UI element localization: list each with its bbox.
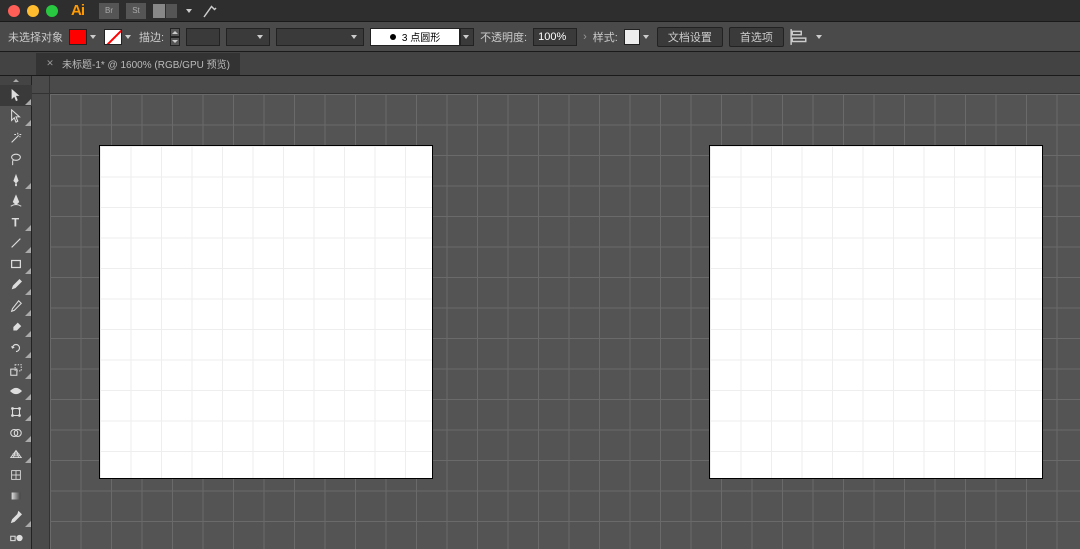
vertical-ruler[interactable] xyxy=(32,94,50,549)
opacity-input[interactable]: 100% xyxy=(533,28,577,46)
svg-text:T: T xyxy=(12,215,20,229)
chevron-down-icon xyxy=(255,29,265,45)
horizontal-ruler[interactable] xyxy=(50,76,1080,94)
stroke-swatch-group[interactable] xyxy=(104,29,133,45)
artboard-2[interactable] xyxy=(710,146,1042,478)
stroke-dropdown-icon[interactable] xyxy=(123,29,133,45)
stroke-color-swatch[interactable] xyxy=(104,29,122,45)
perspective-grid-tool[interactable] xyxy=(0,443,32,464)
tab-close-icon[interactable]: ✕ xyxy=(46,60,54,68)
ruler-origin-corner[interactable] xyxy=(32,76,50,94)
chevron-down-icon xyxy=(641,29,651,45)
free-transform-tool[interactable] xyxy=(0,401,32,422)
align-flyout-icon[interactable] xyxy=(790,28,808,46)
canvas-inner[interactable] xyxy=(50,94,1080,549)
stroke-weight-stepper[interactable] xyxy=(170,28,180,46)
pencil-tool[interactable] xyxy=(0,296,32,317)
brush-profile-caret[interactable] xyxy=(460,28,474,46)
direct-selection-tool[interactable] xyxy=(0,106,32,127)
opacity-value: 100% xyxy=(538,31,566,43)
dot-icon xyxy=(390,34,396,40)
width-tool[interactable] xyxy=(0,380,32,401)
main-area: T xyxy=(0,76,1080,549)
fill-dropdown-icon[interactable] xyxy=(88,29,98,45)
document-tab-bar: ✕ 未标题-1* @ 1600% (RGB/GPU 预览) xyxy=(0,52,1080,76)
magic-wand-tool[interactable] xyxy=(0,127,32,148)
brush-profile-label: 3 点圆形 xyxy=(402,29,440,44)
toolbox-panel: T xyxy=(0,76,32,549)
fill-swatch-group[interactable] xyxy=(69,29,98,45)
toolbox-collapse-button[interactable] xyxy=(0,76,31,85)
canvas-viewport[interactable] xyxy=(32,76,1080,549)
opacity-label: 不透明度: xyxy=(480,29,527,45)
stroke-weight-up-icon[interactable] xyxy=(170,28,180,37)
window-minimize-button[interactable] xyxy=(27,5,39,17)
window-close-button[interactable] xyxy=(8,5,20,17)
align-dropdown-icon[interactable] xyxy=(814,29,824,45)
artboard-grid xyxy=(100,146,432,478)
curvature-tool[interactable] xyxy=(0,190,32,211)
fill-color-swatch[interactable] xyxy=(69,29,87,45)
shape-builder-tool[interactable] xyxy=(0,422,32,443)
line-tool[interactable] xyxy=(0,232,32,253)
opacity-expand-icon[interactable]: › xyxy=(583,31,587,43)
stroke-weight-input[interactable] xyxy=(186,28,220,46)
macos-titlebar: Ai Br St xyxy=(0,0,1080,22)
lasso-tool[interactable] xyxy=(0,148,32,169)
arrange-documents-button[interactable] xyxy=(153,4,177,18)
control-bar: 未选择对象 描边: 3 点圆形 不透明度: 100% › 样式: 文档设置 首选… xyxy=(0,22,1080,52)
gradient-tool[interactable] xyxy=(0,486,32,507)
selection-status-label: 未选择对象 xyxy=(8,29,63,45)
stroke-weight-label: 描边: xyxy=(139,29,164,45)
graphic-style-swatch xyxy=(624,29,640,45)
artboard-grid xyxy=(710,146,1042,478)
paintbrush-tool[interactable] xyxy=(0,275,32,296)
stroke-weight-down-icon[interactable] xyxy=(170,37,180,46)
arrange-dropdown-icon[interactable] xyxy=(184,3,194,19)
rectangle-tool[interactable] xyxy=(0,254,32,275)
bridge-button[interactable]: Br xyxy=(99,3,119,19)
eraser-tool[interactable] xyxy=(0,317,32,338)
rotate-tool[interactable] xyxy=(0,338,32,359)
type-tool[interactable]: T xyxy=(0,211,32,232)
artboard-1[interactable] xyxy=(100,146,432,478)
eyedropper-tool[interactable] xyxy=(0,507,32,528)
chevron-down-icon xyxy=(349,29,359,45)
app-logo: Ai xyxy=(71,2,84,19)
document-tab[interactable]: ✕ 未标题-1* @ 1600% (RGB/GPU 预览) xyxy=(36,53,240,75)
style-label: 样式: xyxy=(593,29,618,45)
brush-definition-dropdown[interactable] xyxy=(276,28,364,46)
pen-tool[interactable] xyxy=(0,169,32,190)
window-maximize-button[interactable] xyxy=(46,5,58,17)
document-tab-title: 未标题-1* @ 1600% (RGB/GPU 预览) xyxy=(62,56,230,71)
stock-button[interactable]: St xyxy=(126,3,146,19)
mesh-tool[interactable] xyxy=(0,464,32,485)
brush-profile-dropdown[interactable]: 3 点圆形 xyxy=(370,28,474,46)
variable-width-profile-dropdown[interactable] xyxy=(226,28,270,46)
document-setup-button[interactable]: 文档设置 xyxy=(657,27,723,47)
brush-profile-preview: 3 点圆形 xyxy=(370,28,460,46)
chevron-down-icon xyxy=(463,29,469,45)
graphic-style-dropdown[interactable] xyxy=(624,29,651,45)
preferences-button[interactable]: 首选项 xyxy=(729,27,784,47)
selection-tool[interactable] xyxy=(0,85,32,106)
search-icon[interactable] xyxy=(201,2,219,20)
blend-tool[interactable] xyxy=(0,528,32,549)
scale-tool[interactable] xyxy=(0,359,32,380)
